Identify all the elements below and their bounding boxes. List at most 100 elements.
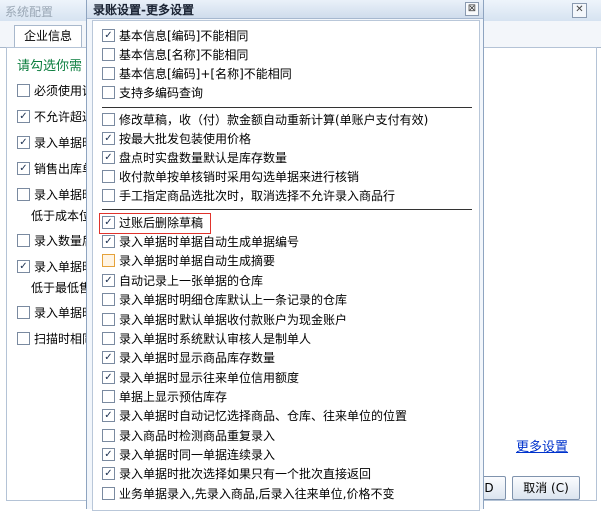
checkbox[interactable] (17, 188, 30, 201)
checkbox[interactable] (102, 86, 115, 99)
option-row[interactable]: 单据上显示预估库存 (102, 388, 227, 406)
option-label: 录入单据时 (34, 306, 95, 320)
option-row[interactable]: 过账后删除草稿 (102, 214, 203, 232)
option-row[interactable]: 录入单据时显示往来单位信用额度 (102, 369, 299, 387)
bg-option-row[interactable]: 录入单据时 (17, 134, 94, 152)
checkbox[interactable] (102, 448, 115, 461)
checkbox[interactable] (102, 351, 115, 364)
system-config-title: 系统配置 (5, 5, 54, 19)
dialog-close-icon[interactable]: ⊠ (465, 2, 479, 16)
option-row[interactable]: 基本信息[名称]不能相同 (102, 46, 248, 64)
checkbox[interactable] (17, 234, 30, 247)
option-row[interactable]: 按最大批发包装使用价格 (102, 130, 251, 148)
option-row[interactable]: 自动记录上一张单据的仓库 (102, 272, 263, 290)
checkbox[interactable] (17, 260, 30, 273)
option-label: 过账后删除草稿 (119, 216, 204, 230)
checkbox[interactable] (17, 306, 30, 319)
option-row[interactable]: 录入单据时单据自动生成单据编号 (102, 233, 299, 251)
option-label: 按最大批发包装使用价格 (119, 132, 252, 146)
option-label: 录入单据时明细仓库默认上一条记录的仓库 (119, 293, 348, 307)
option-row[interactable]: 录入单据时显示商品库存数量 (102, 349, 275, 367)
option-row[interactable]: 录入单据时系统默认审核人是制单人 (102, 330, 311, 348)
checkbox[interactable] (102, 170, 115, 183)
option-label: 销售出库单 (34, 162, 95, 176)
checkbox[interactable] (17, 332, 30, 345)
close-icon[interactable]: ✕ (572, 3, 587, 18)
tab-company-info[interactable]: 企业信息 (14, 25, 82, 48)
checkbox[interactable] (102, 429, 115, 442)
option-row[interactable]: 基本信息[编码]+[名称]不能相同 (102, 65, 292, 83)
option-label: 不允许超过 (34, 110, 95, 124)
option-row[interactable]: 盘点时实盘数量默认是库存数量 (102, 149, 287, 167)
bg-option-row[interactable]: 不允许超过 (17, 108, 94, 126)
more-settings-dialog: 录账设置-更多设置 ⊠ 基本信息[编码]不能相同 基本信息[名称]不能相同 基本… (86, 0, 484, 511)
option-label: 录入单据时 (34, 136, 95, 150)
checkbox[interactable] (102, 189, 115, 202)
option-row[interactable]: 录入单据时同一单据连续录入 (102, 446, 275, 464)
option-row[interactable]: 支持多编码查询 (102, 84, 203, 102)
option-label: 基本信息[名称]不能相同 (119, 48, 249, 62)
option-label: 录入单据时 (34, 188, 95, 202)
bg-option-row[interactable]: 扫描时相同 (17, 330, 94, 348)
checkbox[interactable] (102, 216, 115, 229)
option-label: 录入数量后 (34, 234, 95, 248)
option-row[interactable]: 录入单据时单据自动生成摘要 (102, 252, 275, 270)
option-label: 收付款单按单核销时采用勾选单据来进行核销 (119, 170, 360, 184)
option-row[interactable]: 基本信息[编码]不能相同 (102, 27, 248, 45)
bg-option-row[interactable]: 录入数量后 (17, 232, 94, 250)
more-settings-link[interactable]: 更多设置 (516, 436, 568, 455)
option-label: 录入单据时显示往来单位信用额度 (119, 371, 300, 385)
option-label: 录入单据时单据自动生成摘要 (119, 254, 276, 268)
cancel-button[interactable]: 取消 (C) (512, 476, 580, 500)
option-label: 扫描时相同 (34, 332, 95, 346)
checkbox[interactable] (102, 29, 115, 42)
checkbox[interactable] (102, 390, 115, 403)
option-label: 录入单据时批次选择如果只有一个批次直接返回 (119, 467, 372, 481)
checkbox[interactable] (102, 332, 115, 345)
option-row[interactable]: 录入单据时批次选择如果只有一个批次直接返回 (102, 465, 371, 483)
option-label: 业务单据录入,先录入商品,后录入往来单位,价格不变 (119, 487, 395, 501)
checkbox[interactable] (17, 136, 30, 149)
bg-option-row[interactable]: 销售出库单 (17, 160, 94, 178)
group-divider (102, 107, 472, 108)
dialog-title: 录账设置-更多设置 (93, 3, 194, 17)
option-row[interactable]: 录入商品时检测商品重复录入 (102, 427, 275, 445)
checkbox[interactable] (102, 371, 115, 384)
checkbox[interactable] (102, 293, 115, 306)
option-row[interactable]: 录入单据时默认单据收付款账户为现金账户 (102, 311, 347, 329)
bg-option-row[interactable]: 录入单据时 (17, 186, 94, 204)
option-row[interactable]: 业务单据录入,先录入商品,后录入往来单位,价格不变 (102, 485, 394, 503)
dialog-options-panel: 基本信息[编码]不能相同 基本信息[名称]不能相同 基本信息[编码]+[名称]不… (92, 20, 480, 511)
checkbox[interactable] (102, 254, 115, 267)
bg-sub-label: 低于最低售 (31, 281, 92, 295)
checkbox[interactable] (102, 67, 115, 80)
checkbox[interactable] (102, 235, 115, 248)
option-row[interactable]: 修改草稿，收（付）款金额自动重新计算(单账户支付有效) (102, 111, 428, 129)
settings-prompt: 请勾选你需 (17, 59, 83, 74)
checkbox[interactable] (102, 313, 115, 326)
checkbox[interactable] (102, 274, 115, 287)
checkbox[interactable] (102, 48, 115, 61)
checkbox[interactable] (102, 487, 115, 500)
option-label: 必须使用证 (34, 84, 95, 98)
option-row[interactable]: 手工指定商品选批次时，取消选择不允许录入商品行 (102, 187, 395, 205)
checkbox[interactable] (17, 84, 30, 97)
bg-option-row[interactable]: 录入单据时 (17, 304, 94, 322)
option-row[interactable]: 收付款单按单核销时采用勾选单据来进行核销 (102, 168, 359, 186)
bg-option-row[interactable]: 必须使用证 (17, 82, 94, 100)
group-divider (102, 209, 472, 210)
checkbox[interactable] (102, 132, 115, 145)
option-label: 录入单据时默认单据收付款账户为现金账户 (119, 313, 348, 327)
checkbox[interactable] (102, 409, 115, 422)
checkbox[interactable] (102, 467, 115, 480)
option-label: 手工指定商品选批次时，取消选择不允许录入商品行 (119, 189, 396, 203)
option-row[interactable]: 录入单据时明细仓库默认上一条记录的仓库 (102, 291, 347, 309)
bg-option-row[interactable]: 录入单据时 (17, 258, 94, 276)
checkbox[interactable] (17, 162, 30, 175)
checkbox[interactable] (102, 113, 115, 126)
option-row[interactable]: 录入单据时自动记忆选择商品、仓库、往来单位的位置 (102, 407, 407, 425)
checkbox[interactable] (102, 151, 115, 164)
option-label: 录入商品时检测商品重复录入 (119, 429, 276, 443)
checkbox[interactable] (17, 110, 30, 123)
dialog-titlebar: 录账设置-更多设置 ⊠ (87, 0, 483, 19)
